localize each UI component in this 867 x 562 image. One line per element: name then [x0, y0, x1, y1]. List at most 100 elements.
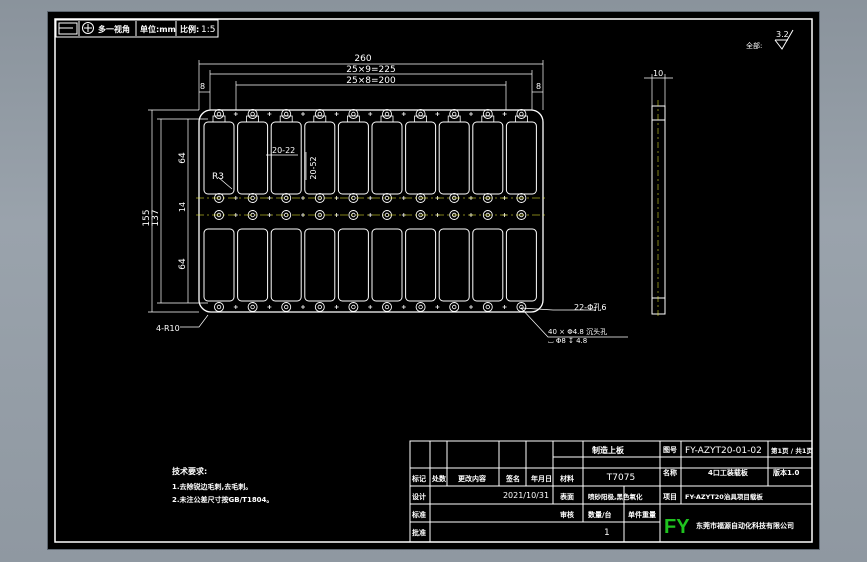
hole-top-row-inner [351, 111, 356, 117]
approve-label: 批准 [412, 528, 426, 537]
pocket-bottom [438, 228, 470, 302]
pocket-bottom [304, 228, 336, 302]
pocket-notch [246, 115, 260, 123]
pocket-bottom [270, 228, 302, 302]
title-block: 标记 处数 更改内容 签名 年月日 制造上板 材料 T7075 设计 2021/… [409, 440, 813, 543]
pocket-bottom [472, 228, 504, 302]
hole-top-row-inner [216, 111, 222, 117]
company-logo: FY [664, 516, 690, 538]
drawing-no-label: 图号 [663, 445, 677, 454]
pocket-top [405, 121, 437, 195]
plate-front-view [196, 109, 546, 313]
hole-top-row [382, 109, 392, 119]
pocket-bottom [505, 228, 537, 302]
pocket-top [237, 121, 269, 195]
scale-value: 1:5 [201, 25, 215, 35]
surface-label: 表面 [559, 492, 574, 501]
pocket-notch [212, 115, 226, 123]
hole-bottom-row-inner [283, 304, 289, 310]
dim-margin-right: 8 [536, 82, 541, 91]
surface-roughness: 全部: 3.2 [746, 29, 794, 50]
check-label: 审核 [560, 510, 574, 519]
dim-corner-radius: 4-R10 [156, 324, 180, 333]
sheet-size: 版本1.0 [773, 468, 800, 477]
dim-pitch-inner: 25×8=200 [346, 76, 396, 86]
part-name: 4口工装载板 [708, 468, 749, 477]
pocket-bottom [337, 228, 369, 302]
hole-bottom-row-inner [317, 304, 322, 310]
rev-header-count: 处数 [431, 474, 447, 483]
dim-counterbore-1: 40 × Φ4.8 沉头孔 [548, 327, 607, 336]
hole-top-row-inner [452, 111, 457, 117]
hole-top-row-inner [317, 111, 322, 117]
plate-side-view [644, 74, 673, 318]
material-label: 材料 [559, 474, 574, 483]
unit-weight-label: 单件重量 [628, 510, 656, 519]
pocket-notch [447, 115, 461, 123]
hole-bottom-row [382, 302, 392, 312]
hole-bottom-row-inner [485, 304, 490, 310]
notes-item-2: 2.未注公差尺寸按GB/T1804。 [172, 495, 273, 504]
pocket-array [203, 115, 537, 302]
dim-margin-left: 8 [200, 82, 205, 91]
pocket-notch [481, 115, 495, 123]
cad-drawing: 多一视角 单位:mm 比例: 1:5 全部: 3.2 260 25×9=225 … [54, 18, 813, 543]
hole-bottom-row [247, 302, 258, 312]
dimension-lines [148, 60, 628, 338]
pocket-notch [346, 115, 360, 123]
hole-bottom-row-inner [351, 304, 356, 310]
project-value: FY-AZYT20治具项目载板 [685, 492, 763, 501]
hole-bottom-row-inner [452, 304, 457, 310]
sheet-info: 第1页 / 共1页 [771, 446, 813, 455]
hole-top-row-inner [283, 111, 289, 117]
hole-bottom-row-inner [384, 304, 390, 310]
notes-item-1: 1.去除锐边毛刺,去毛刺。 [172, 482, 252, 491]
pocket-top [472, 121, 504, 195]
dim-pocket-height-small: 20-52 [309, 156, 318, 179]
pocket-bottom [371, 228, 403, 302]
hole-bottom-row [516, 302, 527, 312]
hole-top-row [482, 109, 493, 119]
hole-bottom-row [482, 302, 493, 312]
pocket-notch [279, 115, 293, 123]
pocket-notch [313, 115, 327, 123]
viewcube-label[interactable]: 多一视角 [98, 24, 130, 34]
dim-thickness: 10 [653, 69, 663, 78]
rev-header-content: 更改内容 [458, 474, 486, 483]
hole-top-row [449, 109, 460, 119]
dept-label: 制造上板 [592, 445, 625, 455]
dim-through-hole: 22-Φ孔6 [574, 303, 606, 312]
dim-pitch-outer: 25×9=225 [346, 65, 395, 75]
material-value: T7075 [606, 473, 635, 483]
part-label: 名称 [663, 468, 677, 477]
hole-top-row [281, 109, 292, 119]
hole-top-row-inner [519, 111, 524, 117]
dim-radius: R3 [212, 172, 224, 182]
roughness-label: 全部: [746, 41, 762, 50]
hole-bottom-row-inner [418, 304, 423, 310]
hole-bottom-row-inner [216, 304, 222, 310]
pocket-top [270, 121, 302, 195]
dim-pocket-bottom: 64 [178, 258, 188, 270]
rev-header-date: 年月日 [531, 474, 552, 483]
hole-top-row [214, 109, 224, 119]
dim-counterbore-2: ⌴ Φ8 ↧ 4.8 [548, 337, 587, 345]
viewcube-icon[interactable] [82, 22, 94, 34]
qty-value: 1 [604, 528, 610, 538]
drawing-viewport[interactable]: 多一视角 单位:mm 比例: 1:5 全部: 3.2 260 25×9=225 … [48, 12, 819, 549]
hole-bottom-row-inner [250, 304, 255, 310]
hole-bottom-row [281, 302, 292, 312]
hole-bottom-row [214, 302, 224, 312]
pocket-bottom [203, 228, 235, 302]
date-value: 2021/10/31 [503, 491, 549, 500]
hole-top-row [415, 109, 426, 119]
hole-top-row [314, 109, 325, 119]
notes-title: 技术要求: [172, 466, 207, 476]
dim-middle-gap: 14 [178, 202, 187, 212]
rev-header-mark: 标记 [411, 474, 426, 483]
pocket-top [203, 121, 235, 195]
roughness-value: 3.2 [776, 30, 789, 39]
project-label: 项目 [663, 492, 677, 501]
dim-overall-width: 260 [354, 54, 371, 64]
dim-height-inner: 137 [151, 209, 161, 226]
